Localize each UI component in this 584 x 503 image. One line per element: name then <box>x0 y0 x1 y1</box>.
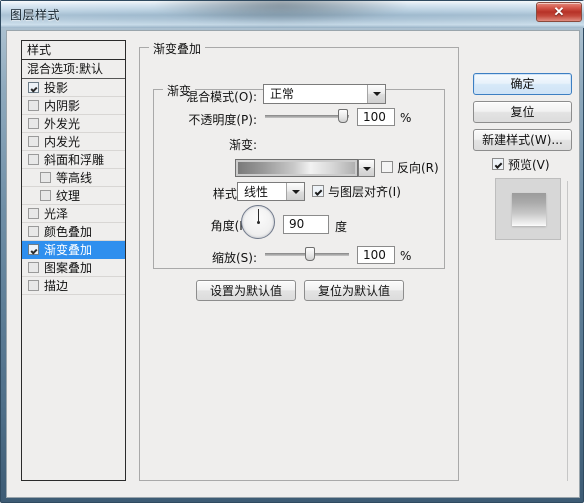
styles-panel-header: 样式 <box>22 41 125 60</box>
chevron-down-icon <box>367 85 385 103</box>
scale-value: 100 <box>363 248 386 262</box>
ok-button[interactable]: 确定 <box>473 73 572 95</box>
effect-item-stroke[interactable]: 描边 <box>22 277 125 295</box>
gradient-picker-dropdown[interactable] <box>358 159 375 177</box>
effect-item-inner-shadow[interactable]: 内阴影 <box>22 97 125 115</box>
gradient-label: 渐变: <box>228 138 257 152</box>
opacity-value: 100 <box>363 110 386 124</box>
checkbox-icon[interactable] <box>28 226 39 237</box>
opacity-slider-track <box>265 115 349 118</box>
blend-options-row[interactable]: 混合选项:默认 <box>22 60 125 79</box>
effect-item-inner-glow[interactable]: 内发光 <box>22 133 125 151</box>
blend-mode-value: 正常 <box>270 87 295 101</box>
blend-mode-label: 混合模式(O): <box>186 90 257 104</box>
set-as-default-button[interactable]: 设置为默认值 <box>196 280 296 301</box>
scale-label: 缩放(S): <box>211 251 257 265</box>
scale-slider[interactable] <box>265 247 349 261</box>
effect-item-bevel-emboss[interactable]: 斜面和浮雕 <box>22 151 125 169</box>
title-bar: 图层样式 ✕ <box>1 1 584 28</box>
chevron-down-icon <box>286 183 304 200</box>
angle-unit: 度 <box>335 220 348 234</box>
opacity-slider-thumb[interactable] <box>338 109 348 123</box>
angle-value: 90 <box>289 217 305 231</box>
checkbox-icon[interactable] <box>28 244 39 255</box>
screenshot-root: 图层样式 ✕ 样式 混合选项:默认 投影 内阴影 外发光 内发光 斜面和浮雕 等… <box>0 0 584 503</box>
effect-item-texture[interactable]: 纹理 <box>22 187 125 205</box>
opacity-slider[interactable] <box>265 109 349 123</box>
effect-label: 纹理 <box>56 189 81 203</box>
checkbox-icon <box>381 161 393 173</box>
effect-item-drop-shadow[interactable]: 投影 <box>22 79 125 97</box>
align-with-layer-checkbox[interactable]: 与图层对齐(I) <box>312 183 401 200</box>
checkbox-icon <box>492 158 504 170</box>
scale-slider-thumb[interactable] <box>305 247 315 261</box>
gradient-preview-swatch[interactable] <box>235 159 358 177</box>
styles-list-panel: 样式 混合选项:默认 投影 内阴影 外发光 内发光 斜面和浮雕 等高线 纹理 光… <box>21 40 126 481</box>
reset-to-default-button[interactable]: 复位为默认值 <box>304 280 404 301</box>
style-preview-thumbnail <box>495 178 561 240</box>
opacity-label: 不透明度(P): <box>188 113 257 127</box>
checkbox-icon[interactable] <box>28 136 39 147</box>
angle-hub-icon <box>257 221 260 224</box>
gradient-style-select[interactable]: 线性 <box>237 182 305 201</box>
layer-style-dialog-window: 图层样式 ✕ 样式 混合选项:默认 投影 内阴影 外发光 内发光 斜面和浮雕 等… <box>0 0 584 503</box>
scale-input[interactable]: 100 <box>357 246 395 264</box>
checkbox-icon[interactable] <box>40 190 51 201</box>
checkbox-icon[interactable] <box>28 118 39 129</box>
checkbox-icon[interactable] <box>28 82 39 93</box>
effect-label: 等高线 <box>56 171 93 185</box>
angle-dial[interactable] <box>241 205 275 239</box>
close-icon: ✕ <box>553 4 565 19</box>
preview-gradient-chip <box>512 193 546 226</box>
gradient-fill <box>238 162 355 174</box>
checkbox-icon <box>312 185 324 197</box>
effect-item-satin[interactable]: 光泽 <box>22 205 125 223</box>
dialog-client-area: 样式 混合选项:默认 投影 内阴影 外发光 内发光 斜面和浮雕 等高线 纹理 光… <box>6 30 580 498</box>
effect-item-pattern-overlay[interactable]: 图案叠加 <box>22 259 125 277</box>
reverse-checkbox[interactable]: 反向(R) <box>381 159 439 176</box>
opacity-input[interactable]: 100 <box>357 108 395 126</box>
title-bar-glow <box>151 1 411 23</box>
effect-item-outer-glow[interactable]: 外发光 <box>22 115 125 133</box>
close-button[interactable]: ✕ <box>536 2 582 22</box>
checkbox-icon[interactable] <box>28 280 39 291</box>
effect-item-contour[interactable]: 等高线 <box>22 169 125 187</box>
right-panel-divider <box>567 181 568 481</box>
preview-checkbox[interactable]: 预览(V) <box>492 156 550 173</box>
gradient-style-value: 线性 <box>244 185 269 199</box>
gradient-overlay-group-title: 渐变叠加 <box>149 40 206 57</box>
window-title: 图层样式 <box>10 8 61 22</box>
checkbox-icon[interactable] <box>28 100 39 111</box>
angle-input[interactable]: 90 <box>283 215 329 234</box>
new-style-button[interactable]: 新建样式(W)... <box>473 129 572 151</box>
blend-mode-select[interactable]: 正常 <box>263 84 386 104</box>
checkbox-icon[interactable] <box>28 208 39 219</box>
effect-item-gradient-overlay[interactable]: 渐变叠加 <box>22 241 125 259</box>
effect-item-color-overlay[interactable]: 颜色叠加 <box>22 223 125 241</box>
checkbox-icon[interactable] <box>28 262 39 273</box>
align-with-layer-label: 与图层对齐(I) <box>328 185 401 199</box>
checkbox-icon[interactable] <box>28 154 39 165</box>
checkbox-icon[interactable] <box>40 172 51 183</box>
scale-unit: % <box>400 249 412 263</box>
reset-button[interactable]: 复位 <box>473 101 572 123</box>
opacity-unit: % <box>400 111 412 125</box>
